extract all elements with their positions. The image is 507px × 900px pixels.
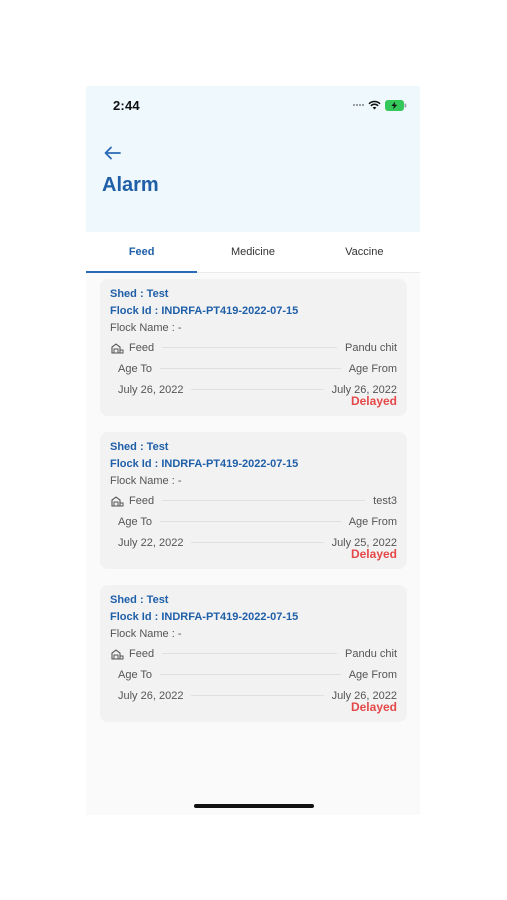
age-row: Age To Age From — [110, 358, 397, 379]
feed-icon — [111, 342, 124, 354]
date-left: July 22, 2022 — [118, 536, 184, 549]
age-to-label: Age To — [118, 362, 153, 375]
app-header: 2:44 Alarm — [86, 86, 420, 232]
status-icons — [353, 99, 407, 111]
feed-value: Pandu chit — [345, 341, 397, 354]
flock-name: Flock Name : - — [110, 322, 182, 334]
alarm-card[interactable]: Shed : Test Flock Id : INDRFA-PT419-2022… — [100, 432, 407, 569]
shed-label: Shed : Test — [110, 288, 169, 300]
age-row: Age To Age From — [110, 664, 397, 685]
feed-row: Feed test3 — [110, 490, 397, 511]
age-to-label: Age To — [118, 515, 153, 528]
date-left: July 26, 2022 — [118, 383, 184, 396]
flock-name: Flock Name : - — [110, 628, 182, 640]
feed-label: Feed — [129, 494, 155, 507]
divider — [162, 653, 338, 654]
age-from-label: Age From — [348, 515, 397, 528]
age-row: Age To Age From — [110, 511, 397, 532]
date-left: July 26, 2022 — [118, 689, 184, 702]
status-badge: Delayed — [350, 547, 397, 561]
alarm-card[interactable]: Shed : Test Flock Id : INDRFA-PT419-2022… — [100, 279, 407, 416]
feed-icon — [111, 648, 124, 660]
divider — [160, 674, 341, 675]
page-title: Alarm — [102, 174, 159, 196]
feed-row: Feed Pandu chit — [110, 337, 397, 358]
flock-id: Flock Id : INDRFA-PT419-2022-07-15 — [110, 305, 299, 317]
battery-charging-icon — [385, 99, 407, 111]
divider — [191, 542, 324, 543]
feed-value: test3 — [373, 494, 397, 507]
shed-label: Shed : Test — [110, 441, 169, 453]
feed-label: Feed — [129, 647, 155, 660]
feed-label: Feed — [129, 341, 155, 354]
age-from-label: Age From — [348, 668, 397, 681]
signal-icon — [353, 104, 364, 106]
tab-bar: Feed Medicine Vaccine — [86, 232, 420, 273]
tab-vaccine[interactable]: Vaccine — [309, 232, 420, 272]
phone-screen: 2:44 Alarm Feed Medicine Vaccine Shed: … — [86, 86, 420, 815]
feed-row: Feed Pandu chit — [110, 643, 397, 664]
divider — [162, 347, 338, 348]
age-from-label: Age From — [348, 362, 397, 375]
divider — [160, 368, 341, 369]
tab-medicine[interactable]: Medicine — [197, 232, 308, 272]
shed-label: Shed : Test — [110, 594, 169, 606]
feed-icon — [111, 495, 124, 507]
alarm-list: Shed : Test Flock Id : INDRFA-PT419-2022… — [100, 279, 407, 738]
divider — [160, 521, 341, 522]
flock-name: Flock Name : - — [110, 475, 182, 487]
divider — [191, 389, 324, 390]
alarm-card[interactable]: Shed : Test Flock Id : INDRFA-PT419-2022… — [100, 585, 407, 722]
feed-value: Pandu chit — [345, 647, 397, 660]
flock-id: Flock Id : INDRFA-PT419-2022-07-15 — [110, 611, 299, 623]
status-badge: Delayed — [350, 700, 397, 714]
status-badge: Delayed — [350, 394, 397, 408]
tab-feed[interactable]: Feed — [86, 232, 198, 273]
age-to-label: Age To — [118, 668, 153, 681]
wifi-icon — [368, 100, 381, 110]
flock-id: Flock Id : INDRFA-PT419-2022-07-15 — [110, 458, 299, 470]
back-arrow-icon[interactable] — [102, 144, 124, 162]
home-indicator[interactable] — [194, 804, 314, 808]
divider — [162, 500, 366, 501]
divider — [191, 695, 324, 696]
status-time: 2:44 — [113, 98, 140, 113]
